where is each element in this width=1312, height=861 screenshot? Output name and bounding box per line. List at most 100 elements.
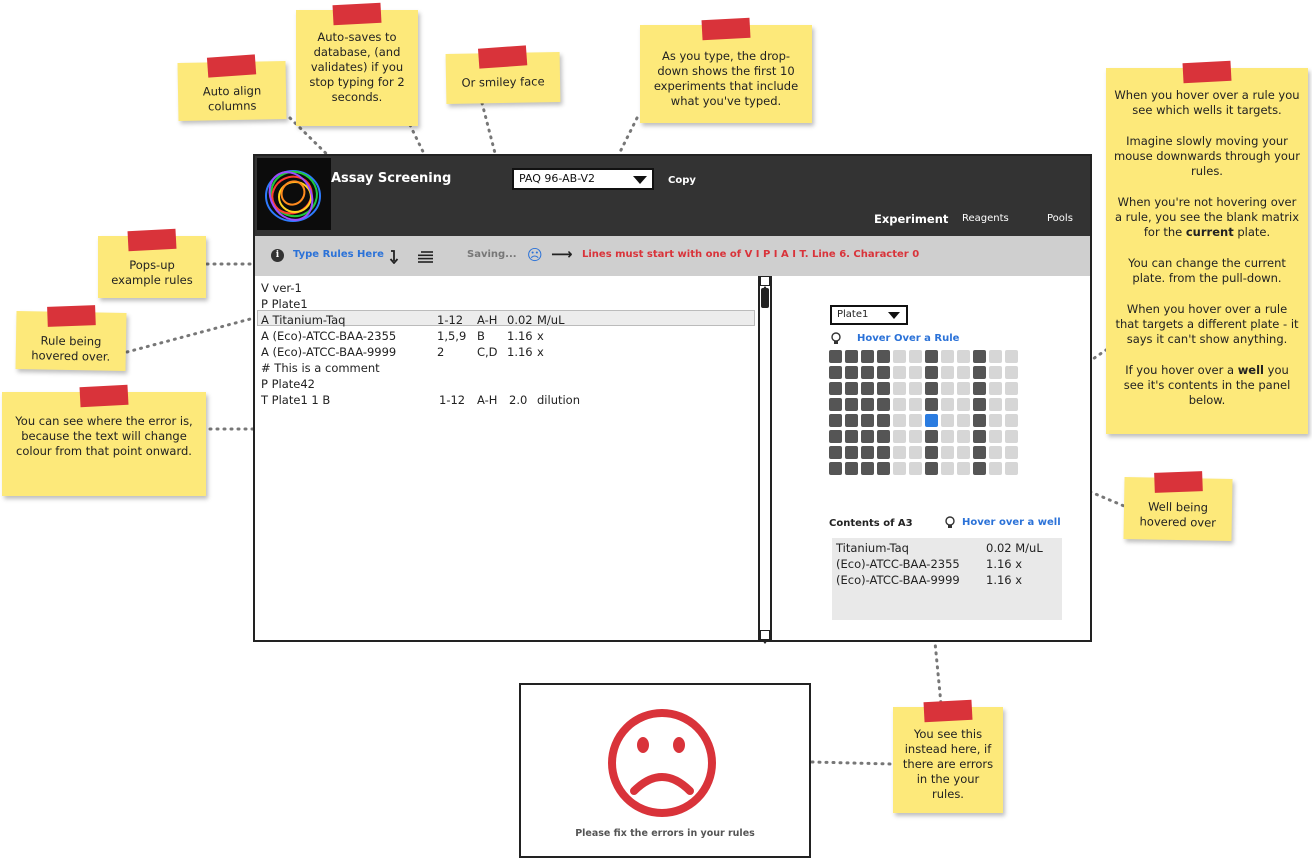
well[interactable] bbox=[845, 350, 858, 363]
well[interactable] bbox=[861, 350, 874, 363]
well[interactable] bbox=[973, 430, 986, 443]
well[interactable] bbox=[1005, 414, 1018, 427]
well[interactable] bbox=[877, 430, 890, 443]
well[interactable] bbox=[925, 382, 938, 395]
well[interactable] bbox=[989, 414, 1002, 427]
nav-reagents[interactable]: Reagents bbox=[962, 213, 1009, 224]
well[interactable] bbox=[861, 398, 874, 411]
well[interactable] bbox=[925, 462, 938, 475]
type-rules-link[interactable]: Type Rules Here bbox=[293, 249, 384, 260]
well[interactable] bbox=[973, 462, 986, 475]
well[interactable] bbox=[973, 446, 986, 459]
well[interactable] bbox=[877, 398, 890, 411]
well[interactable] bbox=[973, 366, 986, 379]
scroll-up-button[interactable] bbox=[760, 276, 770, 290]
well[interactable] bbox=[1005, 350, 1018, 363]
well[interactable] bbox=[877, 462, 890, 475]
scroll-down-button[interactable] bbox=[760, 630, 770, 644]
well[interactable] bbox=[861, 366, 874, 379]
well[interactable] bbox=[845, 446, 858, 459]
well[interactable] bbox=[877, 446, 890, 459]
well[interactable] bbox=[877, 414, 890, 427]
nav-experiment[interactable]: Experiment bbox=[874, 212, 948, 226]
well[interactable] bbox=[861, 414, 874, 427]
well[interactable] bbox=[973, 414, 986, 427]
well[interactable] bbox=[877, 366, 890, 379]
well[interactable] bbox=[1005, 398, 1018, 411]
well[interactable] bbox=[973, 398, 986, 411]
well[interactable] bbox=[909, 446, 922, 459]
well[interactable] bbox=[973, 382, 986, 395]
well[interactable] bbox=[909, 462, 922, 475]
editor-scrollbar[interactable] bbox=[758, 276, 772, 644]
well[interactable] bbox=[909, 414, 922, 427]
well[interactable] bbox=[893, 414, 906, 427]
well[interactable] bbox=[973, 350, 986, 363]
well[interactable] bbox=[925, 430, 938, 443]
well[interactable] bbox=[957, 350, 970, 363]
well[interactable] bbox=[829, 446, 842, 459]
well[interactable] bbox=[1005, 462, 1018, 475]
sort-down-icon[interactable] bbox=[389, 250, 399, 264]
plate-dropdown[interactable]: Plate1 bbox=[830, 305, 908, 325]
info-icon[interactable]: i bbox=[271, 249, 284, 262]
well[interactable] bbox=[861, 446, 874, 459]
well[interactable] bbox=[829, 382, 842, 395]
well[interactable] bbox=[925, 350, 938, 363]
well[interactable] bbox=[829, 350, 842, 363]
well[interactable] bbox=[845, 462, 858, 475]
well[interactable] bbox=[989, 430, 1002, 443]
well[interactable] bbox=[941, 350, 954, 363]
copy-button[interactable]: Copy bbox=[668, 175, 696, 186]
well[interactable] bbox=[893, 366, 906, 379]
well[interactable] bbox=[1005, 430, 1018, 443]
well[interactable] bbox=[861, 462, 874, 475]
well[interactable] bbox=[941, 398, 954, 411]
well[interactable] bbox=[845, 414, 858, 427]
rules-editor[interactable]: V ver-1 P Plate1 A Titanium-Taq 1-12 A-H 0.02… bbox=[255, 276, 772, 640]
well-hovered[interactable] bbox=[925, 414, 938, 427]
well[interactable] bbox=[941, 430, 954, 443]
well[interactable] bbox=[989, 350, 1002, 363]
well[interactable] bbox=[861, 382, 874, 395]
well[interactable] bbox=[925, 446, 938, 459]
well[interactable] bbox=[845, 382, 858, 395]
well[interactable] bbox=[925, 366, 938, 379]
well[interactable] bbox=[829, 398, 842, 411]
well[interactable] bbox=[861, 430, 874, 443]
app-logo[interactable] bbox=[257, 158, 331, 230]
well[interactable] bbox=[989, 366, 1002, 379]
well[interactable] bbox=[989, 446, 1002, 459]
well[interactable] bbox=[957, 446, 970, 459]
well[interactable] bbox=[957, 382, 970, 395]
well[interactable] bbox=[1005, 366, 1018, 379]
well[interactable] bbox=[893, 446, 906, 459]
well[interactable] bbox=[957, 366, 970, 379]
well[interactable] bbox=[893, 398, 906, 411]
well[interactable] bbox=[941, 382, 954, 395]
well[interactable] bbox=[957, 462, 970, 475]
experiment-dropdown[interactable]: PAQ 96-AB-V2 bbox=[512, 168, 654, 190]
well[interactable] bbox=[909, 398, 922, 411]
well[interactable] bbox=[957, 430, 970, 443]
well[interactable] bbox=[925, 398, 938, 411]
well[interactable] bbox=[845, 398, 858, 411]
well[interactable] bbox=[829, 462, 842, 475]
well[interactable] bbox=[893, 382, 906, 395]
well[interactable] bbox=[989, 398, 1002, 411]
nav-pools[interactable]: Pools bbox=[1047, 213, 1073, 224]
well[interactable] bbox=[829, 414, 842, 427]
well[interactable] bbox=[845, 366, 858, 379]
well[interactable] bbox=[877, 382, 890, 395]
well[interactable] bbox=[1005, 446, 1018, 459]
well[interactable] bbox=[845, 430, 858, 443]
well[interactable] bbox=[989, 382, 1002, 395]
well[interactable] bbox=[893, 350, 906, 363]
scroll-thumb[interactable] bbox=[761, 288, 769, 308]
well[interactable] bbox=[941, 366, 954, 379]
well[interactable] bbox=[909, 430, 922, 443]
well[interactable] bbox=[989, 462, 1002, 475]
well[interactable] bbox=[941, 462, 954, 475]
well[interactable] bbox=[909, 350, 922, 363]
well[interactable] bbox=[941, 414, 954, 427]
